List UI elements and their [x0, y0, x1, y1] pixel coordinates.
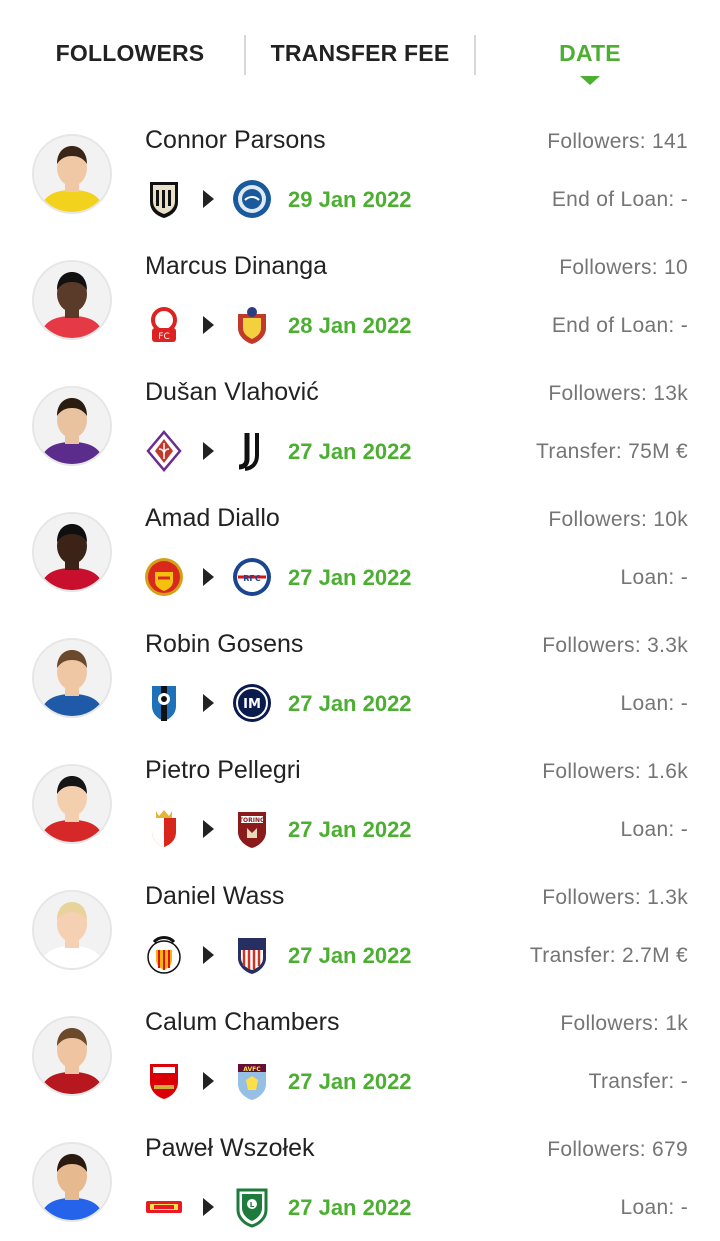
- followers-count: Followers: 1k: [560, 1012, 688, 1035]
- transfer-arrow-icon: [203, 568, 214, 586]
- rangers-crest-icon[interactable]: RFC: [232, 556, 272, 598]
- transfer-row[interactable]: Daniel Wass Followers: 1.3k 27 Jan 2022 Tra…: [0, 866, 720, 992]
- svg-text:TORINO: TORINO: [239, 817, 265, 824]
- transfer-row[interactable]: Calum Chambers Followers: 1k AVFC 27 Jan 20…: [0, 992, 720, 1118]
- transfer-fee: End of Loan: -: [551, 314, 688, 337]
- atalanta-crest-icon[interactable]: [144, 682, 184, 724]
- torino-crest-icon[interactable]: TORINO: [232, 808, 272, 850]
- monaco-crest-icon[interactable]: [144, 808, 184, 850]
- svg-text:RFC: RFC: [243, 574, 261, 583]
- transfer-row[interactable]: Marcus Dinanga Followers: 10 FC 28 Jan 2022…: [0, 236, 720, 362]
- tab-followers[interactable]: FOLLOWERS: [30, 40, 230, 70]
- svg-text:AVFC: AVFC: [243, 1066, 261, 1073]
- player-avatar[interactable]: [32, 386, 112, 466]
- tab-date[interactable]: DATE: [490, 40, 690, 70]
- fiorentina-crest-icon[interactable]: [144, 430, 184, 472]
- transfer-list: Connor Parsons Followers: 141 29 Jan 2022 E…: [0, 110, 720, 1241]
- followers-count: Followers: 1.6k: [542, 760, 688, 783]
- player-avatar[interactable]: [32, 1016, 112, 1096]
- transfer-arrow-icon: [203, 190, 214, 208]
- followers-count: Followers: 13k: [548, 382, 688, 405]
- wycombe-crest-icon[interactable]: [232, 178, 272, 220]
- player-name[interactable]: Dušan Vlahović: [145, 378, 319, 407]
- transfer-fee: Loan: -: [620, 566, 688, 589]
- transfer-arrow-icon: [203, 820, 214, 838]
- svg-text:IM: IM: [243, 697, 261, 712]
- transfer-row[interactable]: Robin Gosens Followers: 3.3k IM 27 Jan 2022…: [0, 614, 720, 740]
- followers-count: Followers: 679: [547, 1138, 688, 1161]
- player-name[interactable]: Robin Gosens: [145, 630, 303, 659]
- player-name[interactable]: Amad Diallo: [145, 504, 280, 533]
- transfer-row[interactable]: Paweł Wszołek Followers: 679 L 27 Jan 2022 L…: [0, 1118, 720, 1241]
- player-name[interactable]: Paweł Wszołek: [145, 1134, 315, 1163]
- transfer-row[interactable]: Dušan Vlahović Followers: 13k 27 Jan 2022 T…: [0, 362, 720, 488]
- transfer-date: 27 Jan 2022: [288, 1069, 412, 1094]
- transfer-fee: Transfer: 2.7M €: [529, 944, 688, 967]
- transfer-fee: Transfer: 75M €: [536, 440, 688, 463]
- player-name[interactable]: Daniel Wass: [145, 882, 284, 911]
- transfer-date: 27 Jan 2022: [288, 943, 412, 968]
- player-avatar[interactable]: [32, 638, 112, 718]
- player-avatar[interactable]: [32, 134, 112, 214]
- transfer-row[interactable]: Pietro Pellegri Followers: 1.6k TORINO 27 J…: [0, 740, 720, 866]
- followers-count: Followers: 10: [559, 256, 688, 279]
- transfer-fee: Loan: -: [620, 818, 688, 841]
- tab-divider: [474, 35, 476, 75]
- altrincham-crest-icon[interactable]: [232, 304, 272, 346]
- player-avatar[interactable]: [32, 260, 112, 340]
- transfer-arrow-icon: [203, 1198, 214, 1216]
- followers-count: Followers: 3.3k: [542, 634, 688, 657]
- followers-count: Followers: 10k: [548, 508, 688, 531]
- player-name[interactable]: Connor Parsons: [145, 126, 326, 155]
- followers-count: Followers: 141: [547, 130, 688, 153]
- player-name[interactable]: Calum Chambers: [145, 1008, 340, 1037]
- aston-villa-crest-icon[interactable]: AVFC: [232, 1060, 272, 1102]
- svg-text:L: L: [250, 1201, 255, 1209]
- player-avatar[interactable]: [32, 512, 112, 592]
- player-name[interactable]: Pietro Pellegri: [145, 756, 301, 785]
- player-name[interactable]: Marcus Dinanga: [145, 252, 327, 281]
- transfer-arrow-icon: [203, 316, 214, 334]
- player-avatar[interactable]: [32, 764, 112, 844]
- sort-tabs: FOLLOWERS TRANSFER FEE DATE: [0, 0, 720, 100]
- tab-divider: [244, 35, 246, 75]
- transfer-row[interactable]: Amad Diallo Followers: 10k RFC 27 Jan 2022 L…: [0, 488, 720, 614]
- transfer-arrow-icon: [203, 442, 214, 460]
- transfer-arrow-icon: [203, 946, 214, 964]
- svg-text:FC: FC: [158, 332, 169, 342]
- transfer-date: 27 Jan 2022: [288, 565, 412, 590]
- transfer-date: 27 Jan 2022: [288, 439, 412, 464]
- notts-county-crest-icon[interactable]: [144, 178, 184, 220]
- transfer-arrow-icon: [203, 694, 214, 712]
- kidderminster-crest-icon[interactable]: FC: [144, 304, 184, 346]
- transfer-date: 27 Jan 2022: [288, 1195, 412, 1220]
- legia-warsaw-crest-icon[interactable]: L: [232, 1186, 272, 1228]
- arsenal-crest-icon[interactable]: [144, 1060, 184, 1102]
- valencia-crest-icon[interactable]: [144, 934, 184, 976]
- transfer-date: 27 Jan 2022: [288, 817, 412, 842]
- transfer-fee: Loan: -: [620, 692, 688, 715]
- transfer-date: 27 Jan 2022: [288, 691, 412, 716]
- transfer-row[interactable]: Connor Parsons Followers: 141 29 Jan 2022 E…: [0, 110, 720, 236]
- union-berlin-crest-icon[interactable]: [144, 1186, 184, 1228]
- inter-crest-icon[interactable]: IM: [232, 682, 272, 724]
- tab-transfer-fee[interactable]: TRANSFER FEE: [260, 40, 460, 70]
- transfer-date: 29 Jan 2022: [288, 187, 412, 212]
- atletico-madrid-crest-icon[interactable]: [232, 934, 272, 976]
- player-avatar[interactable]: [32, 1142, 112, 1222]
- transfer-arrow-icon: [203, 1072, 214, 1090]
- manchester-united-crest-icon[interactable]: [144, 556, 184, 598]
- juventus-crest-icon[interactable]: [232, 430, 272, 472]
- transfer-date: 28 Jan 2022: [288, 313, 412, 338]
- followers-count: Followers: 1.3k: [542, 886, 688, 909]
- transfer-fee: Transfer: -: [588, 1070, 688, 1093]
- active-tab-caret-icon: [580, 76, 600, 85]
- transfer-fee: End of Loan: -: [551, 188, 688, 211]
- player-avatar[interactable]: [32, 890, 112, 970]
- transfer-fee: Loan: -: [620, 1196, 688, 1219]
